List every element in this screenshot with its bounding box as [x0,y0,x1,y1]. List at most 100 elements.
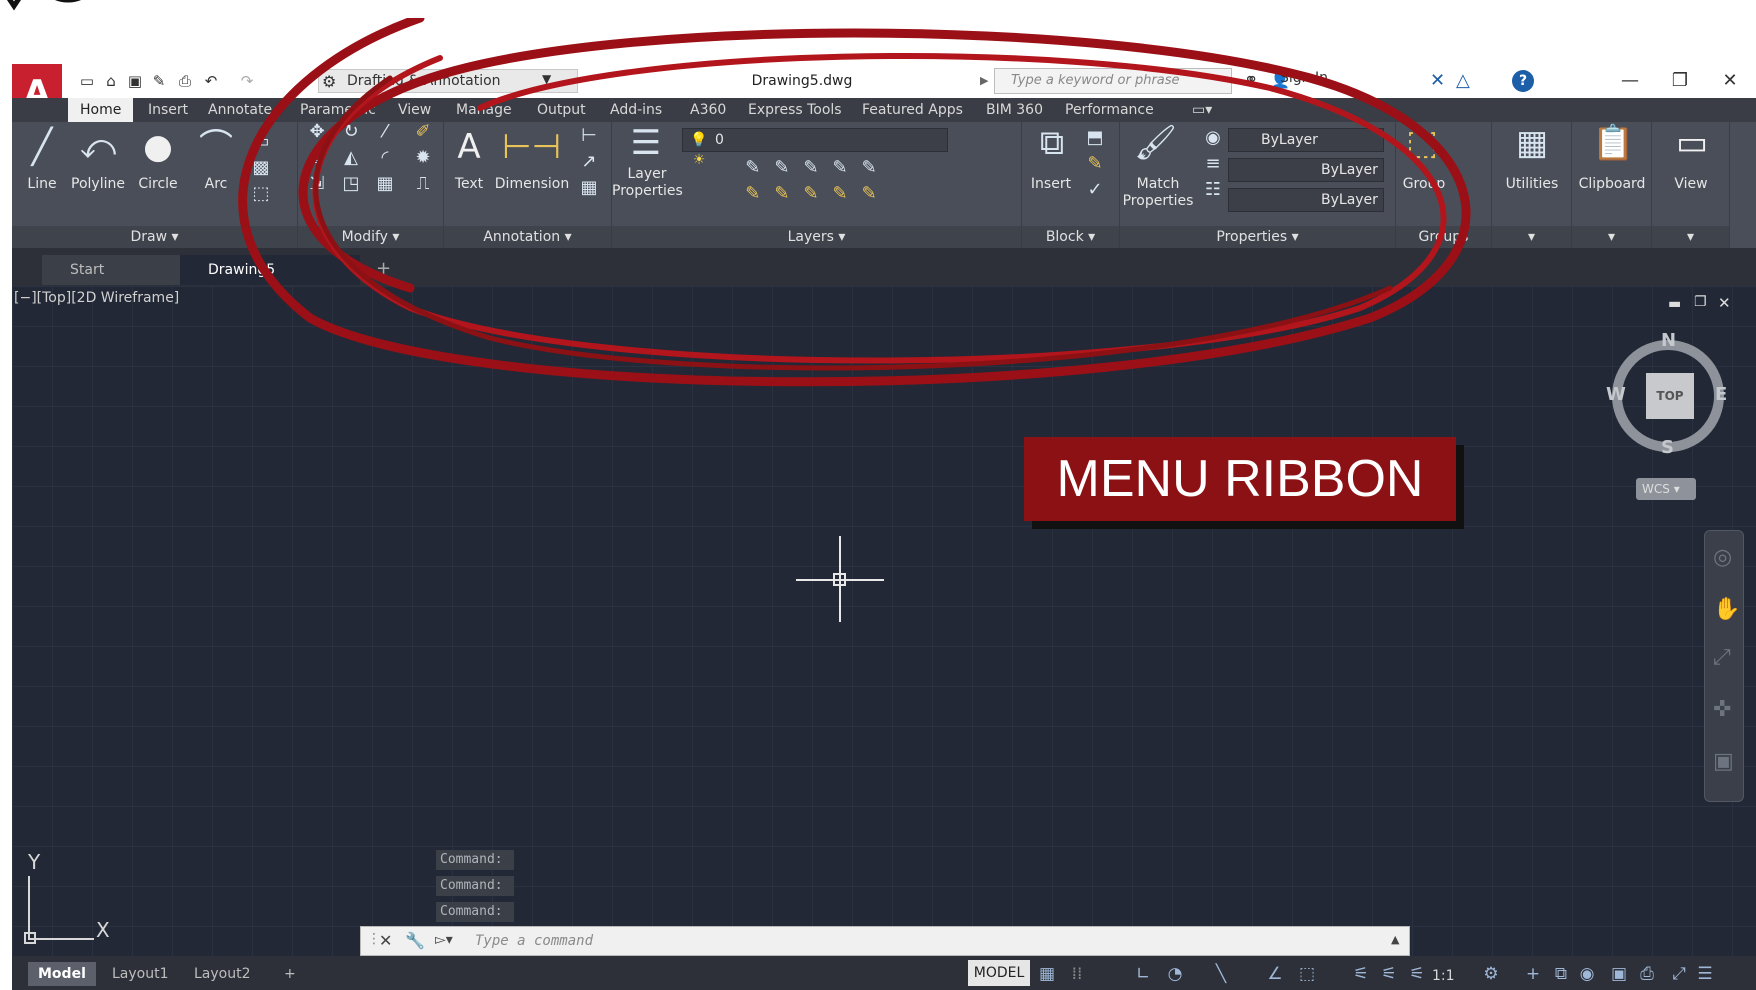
panel-title-layers[interactable]: Layers ▾ [612,226,1021,248]
hatch-icon[interactable]: ▩ [246,158,276,178]
layer-tools-row-1[interactable]: ✎✎✎✎✎ [688,158,948,178]
save-icon[interactable]: ▣ [124,70,146,92]
clipboard-button[interactable]: Clipboard [1572,176,1652,193]
panel-title-view-expander[interactable]: ▾ [1652,226,1729,248]
save-as-icon[interactable]: ✎ [148,70,170,92]
showmotion-icon[interactable]: ▣ [1713,749,1734,774]
quick-properties-icon[interactable]: ◉ [1574,963,1600,985]
mirror-icon[interactable]: ◭ [338,148,364,168]
lineweight-dropdown[interactable]: ByLayer [1228,158,1384,182]
tab-annotate[interactable]: Annotate [208,98,272,122]
tab-express-tools[interactable]: Express Tools [748,98,842,122]
compass-west[interactable]: W [1606,384,1626,405]
panel-title-properties[interactable]: Properties ▾ [1120,226,1395,248]
panel-title-modify[interactable]: Modify ▾ [298,226,443,248]
scale-icon[interactable]: ◳ [338,174,364,194]
viewcube-top-face[interactable]: TOP [1646,373,1694,419]
insert-button[interactable]: Insert [1026,176,1076,193]
tab-bim-360[interactable]: BIM 360 [986,98,1043,122]
tab-view[interactable]: View [398,98,431,122]
annotation-visibility-icon[interactable]: ⚟ [1348,963,1374,985]
annotation-scale-icon[interactable]: ⚟ [1404,963,1430,985]
exchange-icon[interactable]: ✕ [1430,70,1445,91]
fillet-icon[interactable]: ◜ [370,148,400,168]
recent-commands-icon[interactable]: ▻▾ [435,932,453,948]
create-block-icon[interactable]: ⬒ [1082,128,1108,148]
pan-icon[interactable]: ✋ [1713,597,1740,622]
viewport-restore-icon[interactable]: ❐ [1694,294,1707,310]
table-icon[interactable]: ▦ [576,178,602,198]
tab-performance[interactable]: Performance [1065,98,1154,122]
orbit-icon[interactable]: ✜ [1713,697,1731,722]
zoom-extents-icon[interactable]: ⤢ [1713,645,1731,670]
sign-in-link[interactable]: Sign In [1280,70,1328,86]
binoculars-icon[interactable]: ⚭ [1244,70,1258,90]
arc-button[interactable]: Arc [196,176,236,193]
dimension-button[interactable]: Dimension [492,176,572,193]
add-layout-plus-icon[interactable]: + [274,962,306,986]
viewport-close-icon[interactable]: ✕ [1718,294,1731,312]
isodraft-icon[interactable]: ╲ [1208,963,1234,985]
close-command-line-icon[interactable]: ✕ [379,931,392,950]
tab-start[interactable]: Start [42,255,202,285]
match-properties-button[interactable]: Match Properties [1120,176,1196,210]
object-snap-icon[interactable]: ⬚ [1294,963,1320,985]
compass-east[interactable]: E [1715,384,1727,405]
utilities-button[interactable]: Utilities [1492,176,1572,193]
boundary-icon[interactable]: ⬚ [246,184,276,204]
auto-scale-icon[interactable]: ⚟ [1376,963,1402,985]
explode-icon[interactable]: ✹ [410,148,436,168]
wrench-icon[interactable]: 🔧 [405,931,425,950]
layout-tab-layout1[interactable]: Layout1 [102,962,179,986]
edit-block-icon[interactable]: ✎ [1082,154,1108,174]
line-button[interactable]: Line [20,176,64,193]
tab-drawing5[interactable]: Drawing5 [180,255,360,285]
undo-icon[interactable]: ↶ [200,70,222,92]
edit-attributes-icon[interactable]: ✓ [1082,180,1108,200]
text-button[interactable]: Text [448,176,490,193]
copy-icon[interactable]: ⧉ [304,148,330,168]
panel-title-utilities-expander[interactable]: ▾ [1492,226,1571,248]
leader-icon[interactable]: ↗ [576,152,602,172]
layer-tools-row-2[interactable]: ✎✎✎✎✎ [688,184,948,204]
linetype-dropdown[interactable]: ByLayer [1228,188,1384,212]
wcs-menu[interactable]: WCS ▾ [1636,478,1696,500]
restore-button[interactable]: ❐ [1652,64,1708,98]
tab-home[interactable]: Home [68,98,134,122]
panel-title-annotation[interactable]: Annotation ▾ [444,226,611,248]
model-space-toggle[interactable]: MODEL [968,960,1030,986]
new-icon[interactable]: ▭ [76,70,98,92]
plot-icon[interactable]: ⎙ [174,70,196,92]
workspace-switching-icon[interactable]: ⚙ [1478,963,1504,985]
layer-dropdown[interactable]: 0 [682,128,948,152]
new-tab-plus-icon[interactable]: + [376,258,391,279]
tab-parametric[interactable]: Parametric [300,98,376,122]
polyline-button[interactable]: Polyline [68,176,128,193]
erase-icon[interactable]: ✐ [410,122,436,142]
offset-icon[interactable]: ⎍ [410,174,436,194]
panel-title-draw[interactable]: Draw ▾ [12,226,297,248]
workspace-dropdown[interactable]: Drafting & Annotation [318,69,578,93]
steering-wheel-icon[interactable]: ◎ [1713,545,1732,570]
array-icon[interactable]: ▦ [370,174,400,194]
help-icon[interactable]: ? [1512,70,1534,92]
close-button[interactable]: ✕ [1702,64,1756,98]
layout-tab-model[interactable]: Model [28,962,96,986]
minimize-button[interactable]: — [1602,64,1658,98]
layout-tab-layout2[interactable]: Layout2 [184,962,261,986]
tab-insert[interactable]: Insert [148,98,188,122]
autodesk-a360-icon[interactable]: △ [1456,70,1470,91]
search-expand-icon[interactable]: ▶ [980,74,988,87]
stretch-icon[interactable]: ⇲ [304,174,330,194]
viewport-minimize-icon[interactable]: ▬ [1668,296,1681,312]
tab-output[interactable]: Output [537,98,586,122]
object-snap-tracking-icon[interactable]: ∠ [1262,963,1288,985]
annotation-monitor-icon[interactable]: + [1520,963,1546,985]
ribbon-options-icon[interactable]: ▭▾ [1192,98,1212,122]
layer-properties-button[interactable]: Layer Properties [612,166,683,200]
view-button[interactable]: View [1652,176,1730,193]
panel-title-groups[interactable]: Groups [1396,226,1491,248]
panel-title-clipboard-expander[interactable]: ▾ [1572,226,1651,248]
customization-menu-icon[interactable]: ☰ [1692,963,1718,985]
linear-dimension-icon[interactable]: ⊢ [576,126,602,146]
